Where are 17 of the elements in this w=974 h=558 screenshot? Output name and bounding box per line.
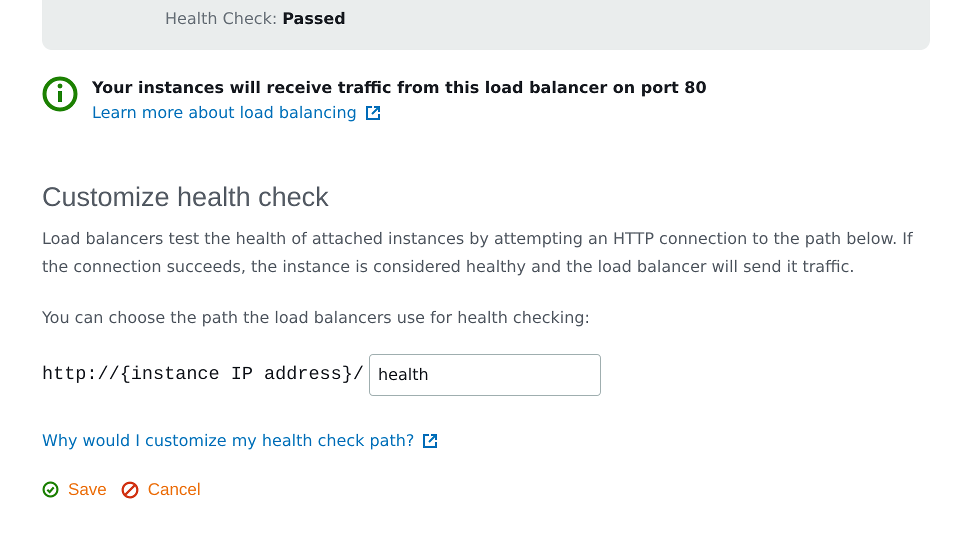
help-link[interactable]: Why would I customize my health check path? <box>42 428 438 454</box>
external-link-icon <box>422 432 438 448</box>
learn-more-link[interactable]: Learn more about load balancing <box>92 100 381 126</box>
prohibited-icon <box>120 480 139 498</box>
path-prompt: You can choose the path the load balancers use for health checking: <box>42 307 591 329</box>
path-prefix: http://{instance IP address}/ <box>42 364 364 385</box>
health-check-label: Health Check: <box>165 9 278 28</box>
check-circle-icon <box>42 481 59 498</box>
path-input-field[interactable]: health <box>368 354 601 396</box>
info-message: Your instances will receive traffic from this load balancer on port 80 <box>92 77 707 99</box>
section-description: Load balancers test the health of attached instances by attempting an HTTP connection to the path below. If the connection succeeds, the instance is considered healthy and the load balancer will send it traffic. <box>42 228 914 278</box>
section-title: Customize health check <box>42 182 330 213</box>
info-icon <box>42 76 78 112</box>
cancel-button[interactable]: Cancel <box>120 480 201 500</box>
health-check-value: Passed <box>282 9 346 28</box>
external-link-icon <box>364 105 381 121</box>
save-button[interactable]: Save <box>42 480 107 500</box>
